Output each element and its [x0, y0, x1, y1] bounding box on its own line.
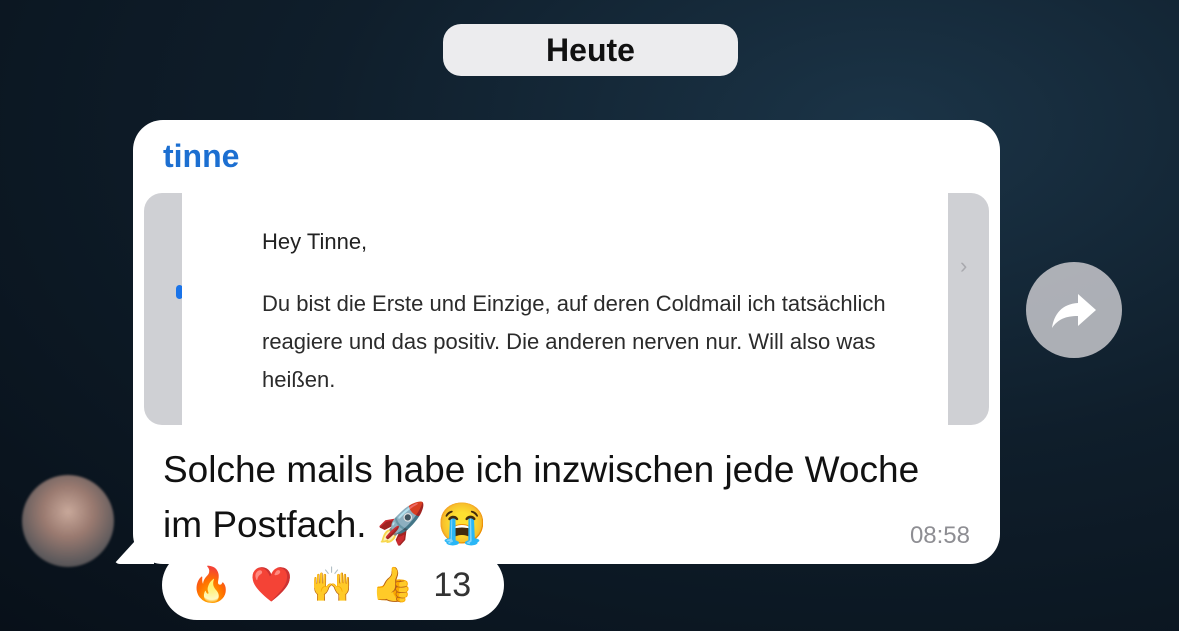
message-bubble[interactable]: tinne Hey Tinne, Du bist die Erste und E… — [133, 120, 1000, 564]
sender-avatar[interactable] — [22, 475, 114, 567]
mail-greeting: Hey Tinne, — [262, 229, 368, 254]
sender-name[interactable]: tinne — [163, 138, 239, 175]
message-text: Solche mails habe ich inzwischen jede Wo… — [163, 442, 923, 552]
crying-face-emoji: 😭 — [436, 502, 487, 546]
reaction-heart-emoji[interactable]: ❤️ — [250, 568, 292, 602]
chevron-right-icon: › — [960, 253, 968, 278]
mail-preview: Hey Tinne, Du bist die Erste und Einzige… — [182, 193, 948, 425]
rocket-emoji: 🚀 — [376, 502, 427, 546]
reaction-raised-hands-emoji[interactable]: 🙌 — [311, 568, 353, 602]
message-body: Solche mails habe ich inzwischen jede Wo… — [163, 449, 920, 545]
image-attachment[interactable]: Hey Tinne, Du bist die Erste und Einzige… — [144, 193, 989, 425]
reaction-count[interactable]: 13 — [433, 566, 471, 605]
reaction-thumbs-up-emoji[interactable]: 👍 — [371, 568, 413, 602]
forward-button[interactable] — [1026, 262, 1122, 358]
reactions-bar[interactable]: 🔥 ❤️ 🙌 👍 13 — [162, 550, 504, 620]
reaction-fire-emoji[interactable]: 🔥 — [190, 568, 232, 602]
message-timestamp: 08:58 — [909, 522, 970, 549]
date-separator: Heute — [443, 24, 738, 76]
forward-arrow-icon — [1052, 294, 1096, 328]
mail-body: Du bist die Erste und Einzige, auf deren… — [262, 291, 886, 392]
